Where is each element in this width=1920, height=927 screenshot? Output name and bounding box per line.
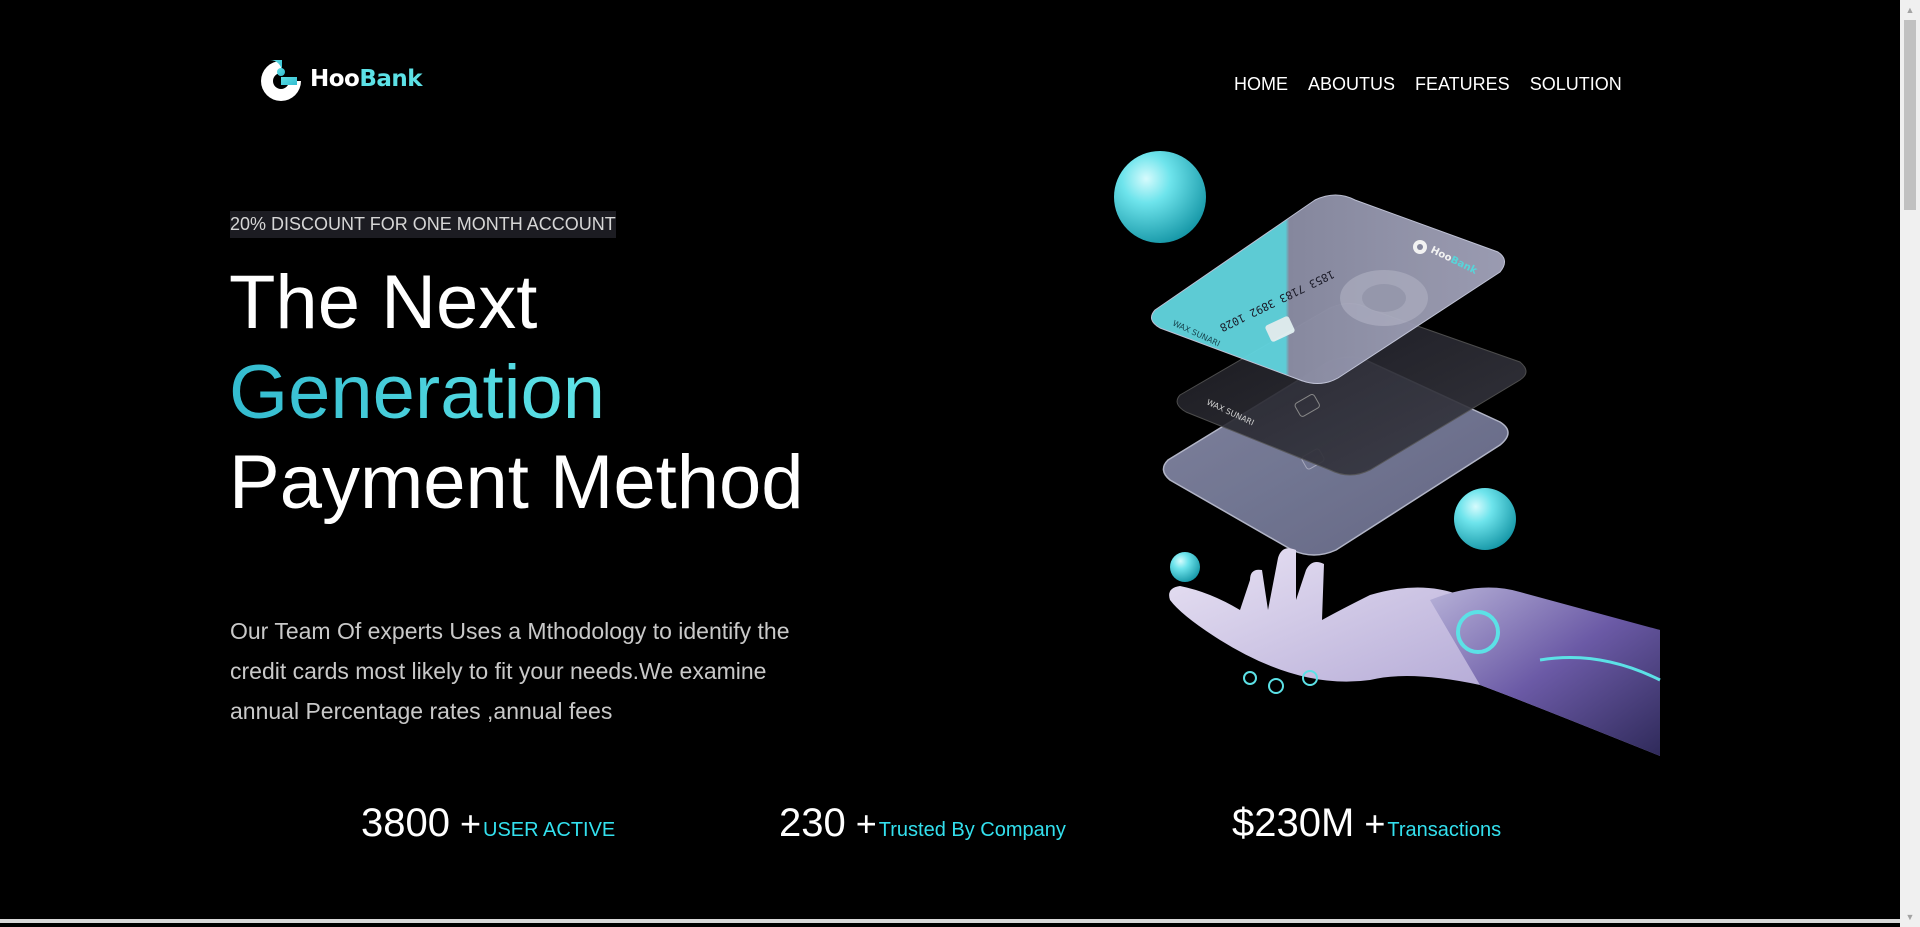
headline-line3: Payment Method [229,440,804,525]
stat-users-value: 3800 [361,801,450,845]
stat-companies: 230 + Trusted By Company [779,801,1066,846]
stat-users-plus: + [459,803,482,844]
logo-icon [261,59,303,101]
stat-companies-label: Trusted By Company [878,819,1066,841]
brand-name: HooBank [310,66,423,92]
stat-transactions-plus: + [1364,803,1386,844]
horizontal-edge [0,919,1900,923]
scroll-down-arrow-icon[interactable]: ▼ [1900,907,1920,927]
nav-features[interactable]: FEATURES [1415,74,1510,95]
nav-home[interactable]: HOME [1234,74,1288,95]
nav-solution[interactable]: SOLUTION [1530,74,1622,95]
brand-name-part2: Bank [359,66,423,92]
stat-users-label: USER ACTIVE [483,819,616,841]
scroll-thumb[interactable] [1904,20,1916,210]
sphere-large [1114,151,1206,243]
headline-line2: Generation [229,348,804,438]
hero-description: Our Team Of experts Uses a Mthodology to… [230,618,790,724]
hero-headline: The Next Generation Payment Method [229,258,804,528]
brand-name-part1: Hoo [310,66,360,92]
headline-line1: The Next [229,260,538,345]
discount-banner: 20% DISCOUNT FOR ONE MONTH ACCOUNT [230,211,616,238]
robot-hand [1169,548,1661,756]
stat-transactions-value: $230M [1232,801,1355,845]
page: HooBank HOME ABOUTUS FEATURES SOLUTION 2… [0,0,1900,923]
nav-aboutus[interactable]: ABOUTUS [1308,74,1395,95]
stat-transactions: $230M + Transactions [1232,801,1501,846]
stat-users: 3800 + USER ACTIVE [361,801,615,846]
sphere-medium [1454,488,1516,550]
hero-illustration: WAX SUNARI WAX SUNARI 1853 7183 3892 102… [1114,151,1661,756]
scroll-up-arrow-icon[interactable]: ▲ [1900,0,1920,20]
stat-transactions-label: Transactions [1387,819,1502,841]
vertical-scrollbar[interactable]: ▲ ▼ [1900,0,1920,927]
stat-companies-value: 230 [779,801,846,845]
main-nav: HOME ABOUTUS FEATURES SOLUTION [1234,74,1622,95]
stat-companies-plus: + [855,803,877,844]
brand-logo[interactable]: HooBank [258,56,423,102]
sphere-small [1170,552,1200,582]
